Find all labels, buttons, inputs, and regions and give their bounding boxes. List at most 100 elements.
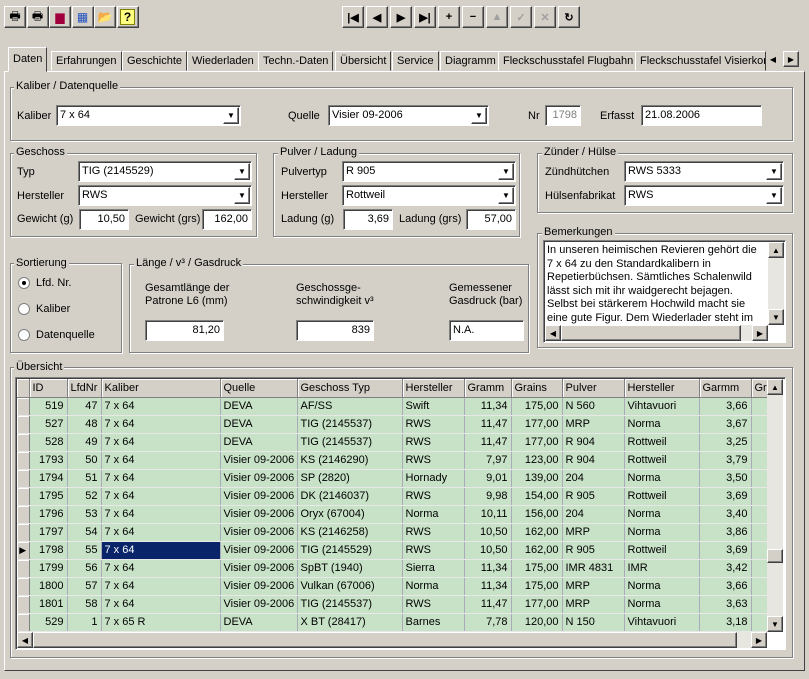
table-cell[interactable]: 11,47 [464, 595, 512, 614]
table-cell[interactable] [751, 397, 767, 416]
table-cell[interactable]: 175,00 [511, 397, 563, 416]
table-cell[interactable]: 10,50 [464, 523, 512, 542]
table-cell[interactable]: 3,86 [699, 523, 752, 542]
row-indicator[interactable] [17, 595, 30, 614]
grid-hscroll[interactable]: ◀ ▶ [17, 632, 767, 648]
table-row[interactable]: 1794 51 7 x 64 Visier 09-2006 SP (2820) Horna… [17, 469, 767, 488]
scroll-left-icon[interactable]: ◀ [545, 325, 561, 341]
table-cell[interactable]: R 904 [562, 433, 625, 452]
table-cell[interactable]: DEVA [220, 433, 298, 452]
table-cell[interactable]: RWS [402, 595, 465, 614]
table-cell[interactable]: Vihtavuori [624, 613, 700, 632]
table-cell[interactable]: TIG (2145537) [297, 595, 403, 614]
table-cell[interactable]: TIG (2145529) [297, 541, 403, 560]
table-cell[interactable]: 3,69 [699, 487, 752, 506]
row-indicator[interactable] [17, 433, 30, 452]
table-cell[interactable]: Oryx (67004) [297, 505, 403, 524]
row-indicator[interactable] [17, 613, 30, 632]
row-indicator[interactable]: ▶ [17, 541, 30, 560]
table-cell[interactable] [751, 595, 767, 614]
table-cell[interactable]: RWS [402, 523, 465, 542]
table-cell[interactable]: RWS [402, 541, 465, 560]
table-cell[interactable]: 7,97 [464, 451, 512, 470]
table-row[interactable]: 528 49 7 x 64 DEVA TIG (2145537) RWS 11,47 177,… [17, 433, 767, 452]
table-cell[interactable]: DEVA [220, 613, 298, 632]
table-cell[interactable]: KS (2146290) [297, 451, 403, 470]
row-indicator[interactable] [17, 577, 30, 596]
scroll-down-icon[interactable]: ▼ [767, 616, 783, 632]
prev-record-button[interactable]: ◀ [366, 6, 388, 28]
table-cell[interactable]: DEVA [220, 415, 298, 434]
bemerkungen-hscroll[interactable]: ◀ ▶ [545, 325, 768, 341]
scroll-right-icon[interactable]: ▶ [751, 632, 767, 648]
table-cell[interactable]: 3,18 [699, 613, 752, 632]
table-cell[interactable]: 11,47 [464, 433, 512, 452]
table-cell[interactable]: 7 x 64 [101, 541, 221, 560]
table-cell[interactable]: 120,00 [511, 613, 563, 632]
table-cell[interactable]: 52 [67, 487, 102, 506]
table-cell[interactable]: 529 [29, 613, 68, 632]
table-cell[interactable]: 7 x 64 [101, 415, 221, 434]
print-button[interactable]: 🖶 [4, 6, 26, 28]
tab-übersicht[interactable]: Übersicht [335, 51, 392, 71]
chevron-down-icon[interactable]: ▼ [766, 187, 782, 204]
table-cell[interactable]: MRP [562, 415, 625, 434]
table-cell[interactable]: 3,79 [699, 451, 752, 470]
table-cell[interactable]: 177,00 [511, 595, 563, 614]
table-cell[interactable] [751, 541, 767, 560]
scroll-up-icon[interactable]: ▲ [768, 242, 784, 258]
table-cell[interactable]: 11,34 [464, 559, 512, 578]
scroll-down-icon[interactable]: ▼ [768, 309, 784, 325]
table-cell[interactable]: 50 [67, 451, 102, 470]
table-row[interactable]: 1796 53 7 x 64 Visier 09-2006 Oryx (67004) No… [17, 505, 767, 524]
chevron-down-icon[interactable]: ▼ [234, 187, 250, 204]
chevron-down-icon[interactable]: ▼ [234, 163, 250, 180]
row-indicator[interactable] [17, 397, 30, 416]
table-cell[interactable]: 3,40 [699, 505, 752, 524]
table-cell[interactable] [751, 469, 767, 488]
table-cell[interactable]: Rottweil [624, 487, 700, 506]
table-cell[interactable]: Norma [624, 505, 700, 524]
table-cell[interactable]: 177,00 [511, 415, 563, 434]
table-cell[interactable]: SP (2820) [297, 469, 403, 488]
table-cell[interactable] [751, 613, 767, 632]
table-cell[interactable]: 1797 [29, 523, 68, 542]
row-indicator[interactable] [17, 415, 30, 434]
table-cell[interactable] [751, 433, 767, 452]
table-cell[interactable]: 58 [67, 595, 102, 614]
scroll-thumb[interactable] [561, 325, 741, 341]
column-header[interactable]: Kaliber [101, 379, 221, 398]
table-cell[interactable]: R 904 [562, 451, 625, 470]
table-cell[interactable]: AF/SS [297, 397, 403, 416]
pulvertyp-select[interactable]: R 905 ▼ [342, 161, 516, 182]
table-cell[interactable]: 57 [67, 577, 102, 596]
tab-scroll-left-button[interactable]: ◀ [765, 51, 781, 67]
table-cell[interactable]: Norma [624, 469, 700, 488]
table-cell[interactable]: 3,63 [699, 595, 752, 614]
v-field[interactable]: 839 [296, 320, 374, 341]
tab-service[interactable]: Service [392, 51, 439, 71]
table-cell[interactable]: 1799 [29, 559, 68, 578]
table-cell[interactable]: 49 [67, 433, 102, 452]
table-cell[interactable]: 156,00 [511, 505, 563, 524]
table-cell[interactable]: Rottweil [624, 451, 700, 470]
add-record-button[interactable]: + [438, 6, 460, 28]
column-header[interactable]: Hersteller [624, 379, 700, 398]
gasdruck-field[interactable]: N.A. [449, 320, 524, 341]
table-cell[interactable]: 51 [67, 469, 102, 488]
bemerkungen-vscroll[interactable]: ▲ ▼ [768, 242, 784, 325]
row-indicator[interactable] [17, 559, 30, 578]
row-indicator[interactable] [17, 451, 30, 470]
table-cell[interactable] [751, 559, 767, 578]
table-cell[interactable]: 3,25 [699, 433, 752, 452]
post-record-button[interactable]: ✓ [510, 6, 532, 28]
table-cell[interactable]: Sierra [402, 559, 465, 578]
tab-diagramm[interactable]: Diagramm [440, 51, 501, 71]
sort-radio-1[interactable]: Lfd. Nr. [18, 277, 71, 289]
table-cell[interactable]: N 150 [562, 613, 625, 632]
tab-erfahrungen[interactable]: Erfahrungen [51, 51, 122, 71]
table-cell[interactable]: Swift [402, 397, 465, 416]
last-record-button[interactable]: ▶| [414, 6, 436, 28]
table-cell[interactable]: 55 [67, 541, 102, 560]
table-cell[interactable]: Rottweil [624, 433, 700, 452]
